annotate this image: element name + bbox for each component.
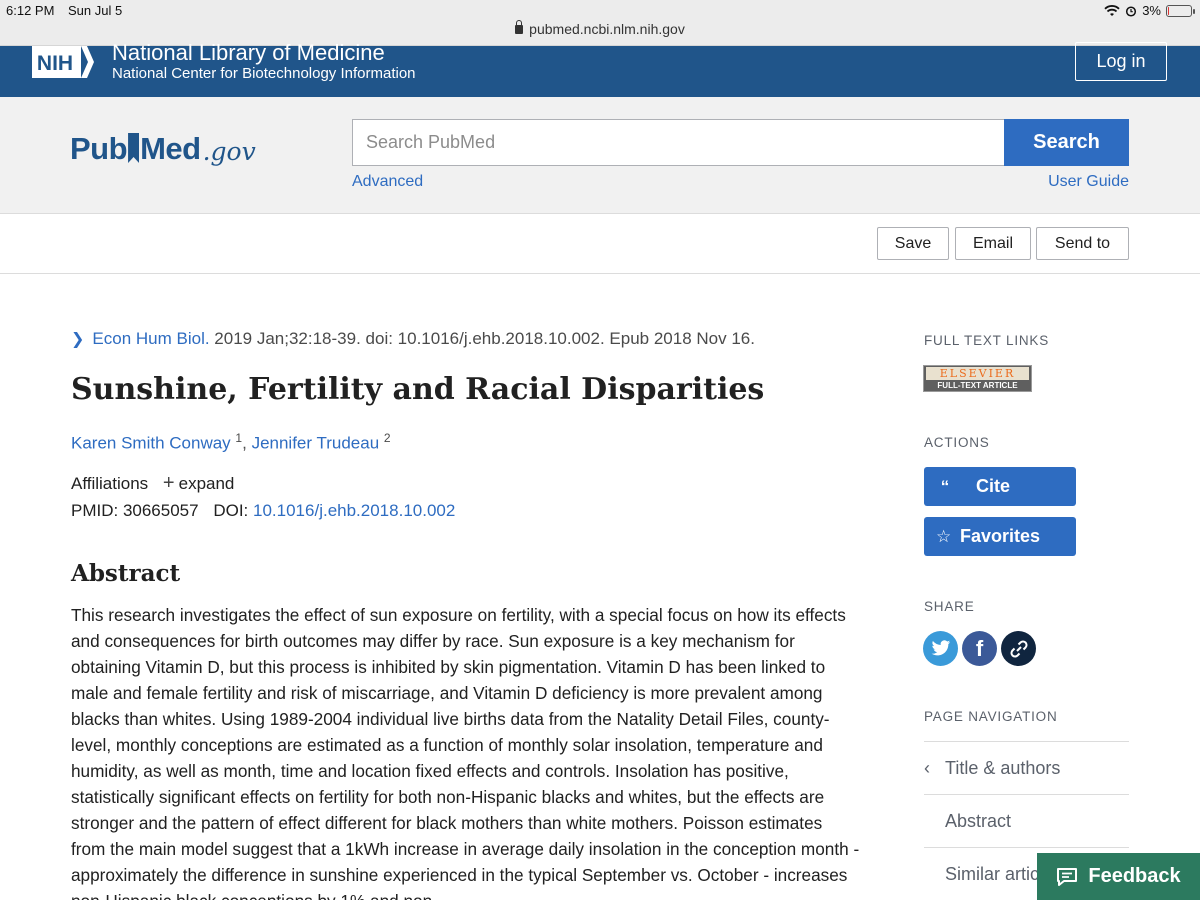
alarm-icon — [1126, 5, 1137, 17]
nih-subtitle[interactable]: National Center for Biotechnology Inform… — [112, 65, 416, 82]
logo-med: Med — [140, 131, 201, 166]
quote-icon: “ — [940, 476, 950, 496]
feedback-icon — [1057, 867, 1078, 886]
logo-pub: Pub — [70, 131, 128, 166]
login-button[interactable]: Log in — [1075, 42, 1167, 81]
bookmark-icon — [128, 133, 140, 163]
elsevier-full-text-link[interactable]: ELSEVIER FULL-TEXT ARTICLE — [923, 365, 1032, 392]
nih-logo[interactable]: NIH — [32, 46, 94, 78]
author-link[interactable]: Jennifer Trudeau — [252, 434, 380, 453]
chevron-right-icon[interactable]: ❯ — [71, 331, 84, 348]
abstract-heading: Abstract — [71, 560, 181, 587]
plus-icon: + — [162, 472, 175, 494]
nav-item-label: Title & authors — [945, 757, 1061, 778]
elsevier-caption: FULL-TEXT ARTICLE — [937, 381, 1018, 390]
citation-line: ❯ Econ Hum Biol. 2019 Jan;32:18-39. doi: … — [71, 329, 755, 349]
battery-level — [1168, 6, 1169, 15]
email-button[interactable]: Email — [955, 227, 1031, 260]
affiliation-number[interactable]: 2 — [384, 431, 391, 445]
journal-link[interactable]: Econ Hum Biol. — [92, 329, 209, 348]
nih-title[interactable]: National Library of Medicine — [112, 40, 385, 66]
facebook-icon[interactable]: f — [962, 631, 997, 666]
save-button[interactable]: Save — [877, 227, 949, 260]
status-time: 6:12 PM — [6, 3, 55, 18]
battery-percent: 3% — [1142, 3, 1161, 18]
author-separator: , — [242, 433, 252, 453]
affiliations-label: Affiliations — [71, 474, 149, 493]
status-date: Sun Jul 5 — [68, 3, 123, 18]
abstract-text: This research investigates the effect of… — [71, 605, 860, 900]
search-input[interactable] — [352, 119, 1005, 166]
page-navigation-heading: PAGE NAVIGATION — [924, 709, 1058, 724]
feedback-label: Feedback — [1088, 865, 1181, 887]
advanced-search-link[interactable]: Advanced — [352, 173, 423, 191]
article-identifiers: PMID: 30665057 DOI: 10.1016/j.ehb.2018.1… — [71, 501, 455, 521]
wifi-icon — [1104, 4, 1120, 16]
expand-label: expand — [178, 474, 235, 493]
citation-details: 2019 Jan;32:18-39. doi: 10.1016/j.ehb.20… — [209, 329, 755, 348]
actions-heading: ACTIONS — [924, 435, 990, 450]
search-button[interactable]: Search — [1004, 119, 1129, 166]
battery-icon — [1166, 4, 1195, 17]
article-actions-bar: Save Email Send to — [0, 214, 1200, 274]
nih-banner: NIH National Library of Medicine Nationa… — [0, 40, 1200, 97]
doi-label: DOI: — [213, 501, 249, 520]
article-title: Sunshine, Fertility and Racial Dispariti… — [71, 372, 765, 407]
author-link[interactable]: Karen Smith Conway — [71, 434, 231, 453]
elsevier-logo-text: ELSEVIER — [926, 367, 1029, 380]
feedback-button[interactable]: Feedback — [1037, 853, 1200, 900]
user-guide-link[interactable]: User Guide — [1048, 173, 1129, 191]
pubmed-header: Pub Med.gov Search Advanced User Guide — [0, 97, 1200, 214]
pubmed-logo[interactable]: Pub Med .gov — [70, 115, 256, 167]
pmid: PMID: 30665057 — [71, 501, 199, 520]
address-bar[interactable]: pubmed.ncbi.nlm.nih.gov — [0, 20, 1200, 37]
url-text: pubmed.ncbi.nlm.nih.gov — [529, 21, 685, 37]
chevron-left-icon: ‹ — [924, 757, 930, 778]
cite-label: Cite — [976, 476, 1011, 496]
nav-item-title-authors[interactable]: ‹ Title & authors — [924, 741, 1129, 794]
status-indicators: 3% — [1104, 3, 1195, 18]
copy-link-icon[interactable] — [1001, 631, 1036, 666]
send-to-button[interactable]: Send to — [1036, 227, 1129, 260]
logo-gov: .gov — [202, 137, 256, 166]
nav-item-abstract[interactable]: Abstract — [924, 794, 1129, 847]
favorites-button[interactable]: ☆ Favorites — [924, 517, 1076, 556]
nih-logo-text: NIH — [37, 52, 73, 75]
twitter-icon[interactable] — [923, 631, 958, 666]
star-icon: ☆ — [936, 526, 952, 546]
favorites-label: Favorites — [960, 526, 1041, 546]
affiliations-toggle[interactable]: Affiliations + expand — [71, 472, 234, 495]
cite-button[interactable]: “ Cite — [924, 467, 1076, 506]
doi-link[interactable]: 10.1016/j.ehb.2018.10.002 — [253, 501, 455, 520]
full-text-links-heading: FULL TEXT LINKS — [924, 333, 1050, 348]
lock-icon — [515, 20, 524, 34]
nav-item-label: Abstract — [945, 810, 1012, 831]
share-heading: SHARE — [924, 599, 975, 614]
author-list: Karen Smith Conway 1, Jennifer Trudeau 2 — [71, 431, 391, 454]
